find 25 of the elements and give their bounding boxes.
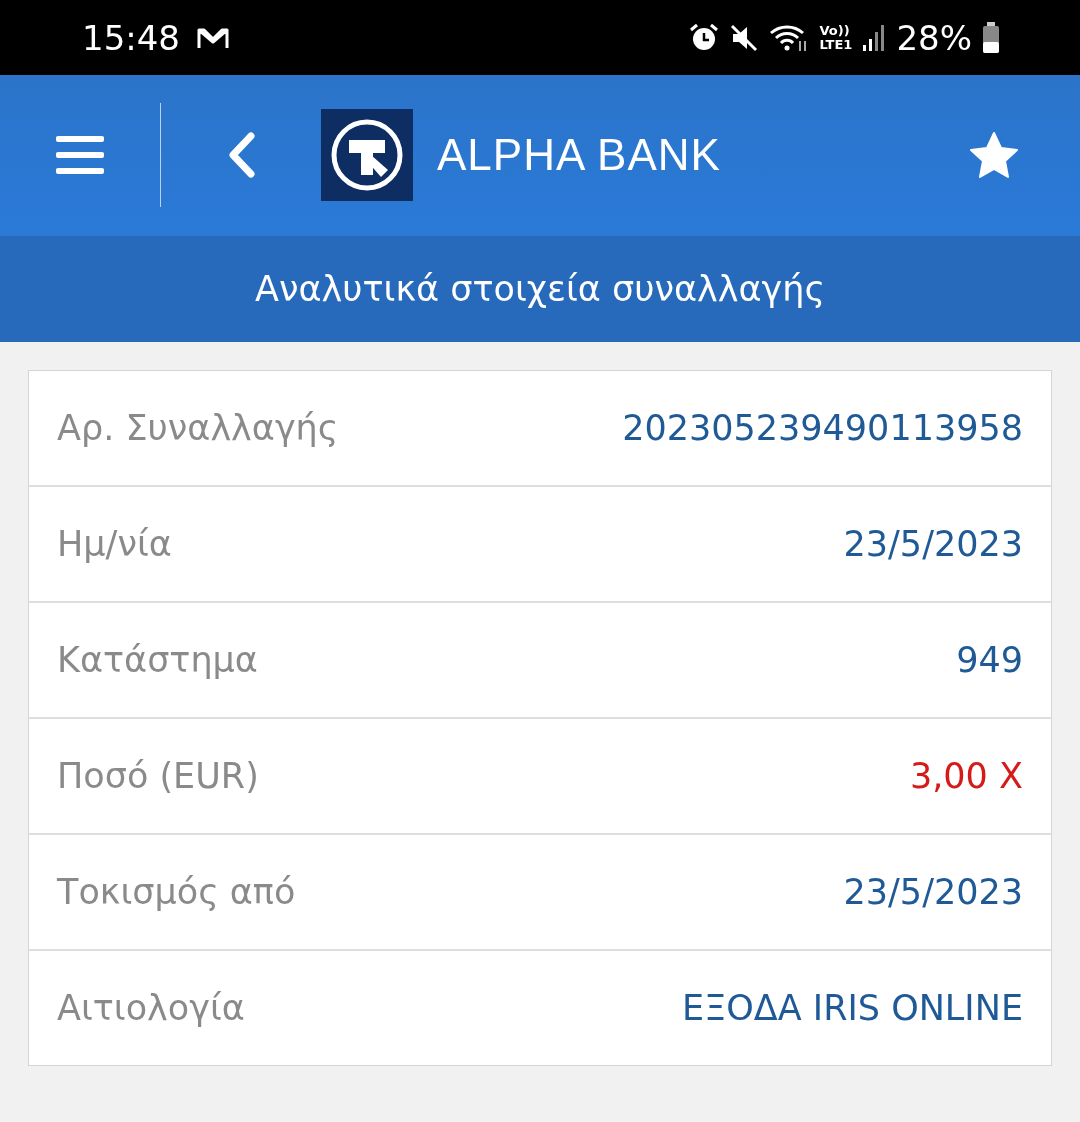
detail-label: Αρ. Συναλλαγής (57, 408, 339, 448)
detail-label: Ποσό (EUR) (57, 756, 259, 796)
logo-text: ALPHA BANK (437, 130, 721, 180)
battery-percent: 28% (896, 17, 972, 58)
detail-value: ΕΞΟΔΑ IRIS ONLINE (682, 988, 1023, 1028)
detail-value: 23/5/2023 (843, 872, 1023, 912)
status-time: 15:48 (82, 17, 180, 58)
detail-value: 3,00 Χ (909, 756, 1023, 796)
detail-value: 949 (956, 640, 1023, 680)
menu-icon (56, 136, 104, 174)
page-title: Αναλυτικά στοιχεία συναλλαγής (255, 269, 825, 309)
alarm-icon (689, 22, 720, 53)
battery-icon (982, 21, 1000, 54)
logo-icon (321, 109, 413, 201)
detail-label: Κατάστημα (57, 640, 258, 680)
detail-label: Ημ/νία (57, 524, 172, 564)
detail-value: 202305239490113958 (622, 408, 1023, 448)
detail-label: Τοκισμός από (57, 872, 296, 912)
detail-label: Αιτιολογία (57, 988, 245, 1028)
star-icon (969, 131, 1019, 179)
signal-icon (862, 22, 887, 53)
volte-label: Vo)) (819, 23, 851, 38)
network-label: LTE1 (819, 37, 853, 52)
mute-icon (729, 22, 760, 53)
detail-value: 23/5/2023 (843, 524, 1023, 564)
